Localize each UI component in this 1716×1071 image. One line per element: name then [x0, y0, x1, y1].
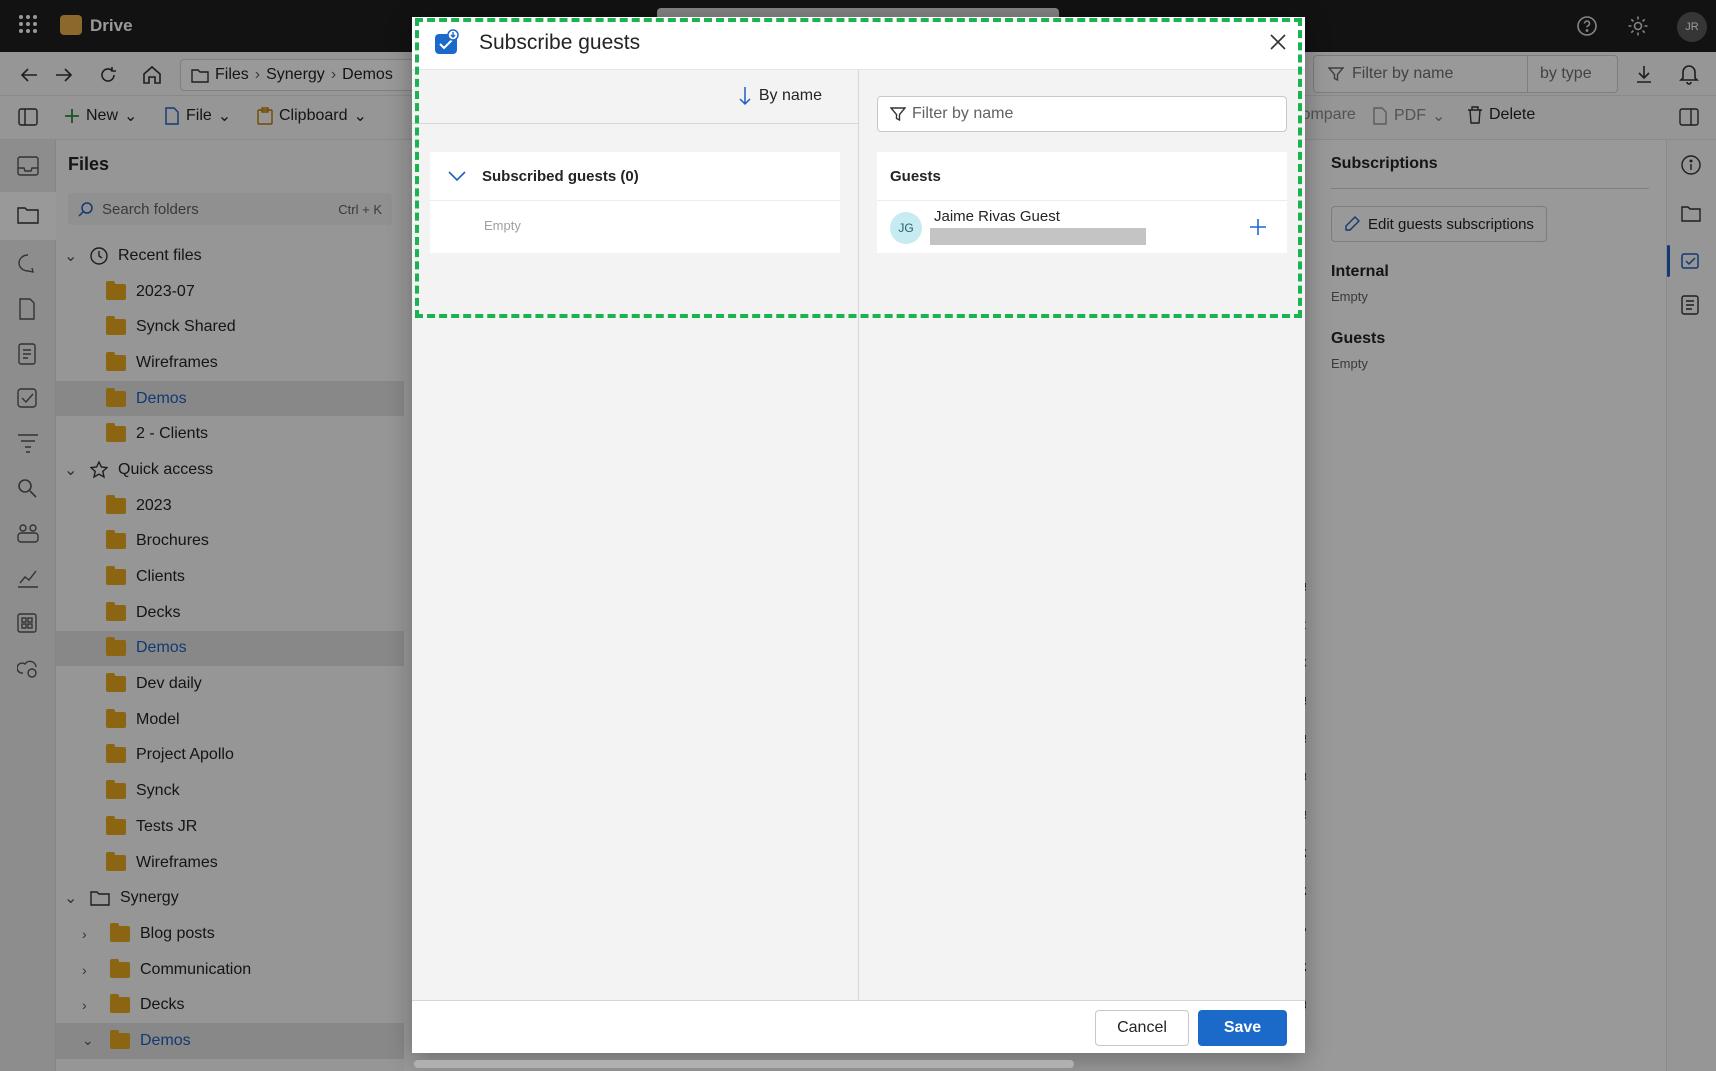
- dialog-body: By name Subscribed guests (0) Empty Gues…: [412, 70, 1305, 1000]
- subscribed-guests-empty: Empty: [484, 218, 521, 233]
- cancel-button[interactable]: Cancel: [1095, 1010, 1189, 1046]
- chevron-down-icon: [448, 171, 466, 182]
- subscribed-guests-header[interactable]: Subscribed guests (0): [430, 152, 840, 201]
- guest-name: Jaime Rivas Guest: [934, 208, 1060, 225]
- guests-header: Guests: [877, 152, 1287, 201]
- subscribe-icon: [434, 29, 460, 55]
- subscribed-guests-group: Subscribed guests (0) Empty: [430, 152, 840, 253]
- save-button[interactable]: Save: [1198, 1010, 1287, 1046]
- filter-by-name-input[interactable]: [912, 105, 1272, 123]
- close-icon[interactable]: [1270, 34, 1286, 50]
- guests-filter-field[interactable]: [877, 96, 1287, 132]
- subscribe-guests-dialog: Subscribe guests By name Subscribed gues…: [412, 17, 1305, 1053]
- guest-row[interactable]: JG Jaime Rivas Guest: [877, 201, 1287, 253]
- add-guest-plus-icon[interactable]: [1249, 218, 1267, 236]
- dialog-footer: Cancel Save: [412, 1000, 1305, 1053]
- filter-icon: [890, 107, 906, 122]
- guest-email-redacted: [930, 228, 1146, 245]
- dialog-header: Subscribe guests: [412, 17, 1305, 70]
- horizontal-scrollbar[interactable]: [414, 1060, 1074, 1068]
- column-divider: [858, 70, 859, 1000]
- guests-group: Guests JG Jaime Rivas Guest: [877, 152, 1287, 253]
- subscribed-panel-header: By name: [412, 70, 858, 124]
- guest-avatar: JG: [890, 212, 922, 244]
- arrow-down-icon: [739, 87, 751, 106]
- dialog-title: Subscribe guests: [479, 31, 641, 54]
- sort-by-name-button[interactable]: By name: [739, 86, 822, 106]
